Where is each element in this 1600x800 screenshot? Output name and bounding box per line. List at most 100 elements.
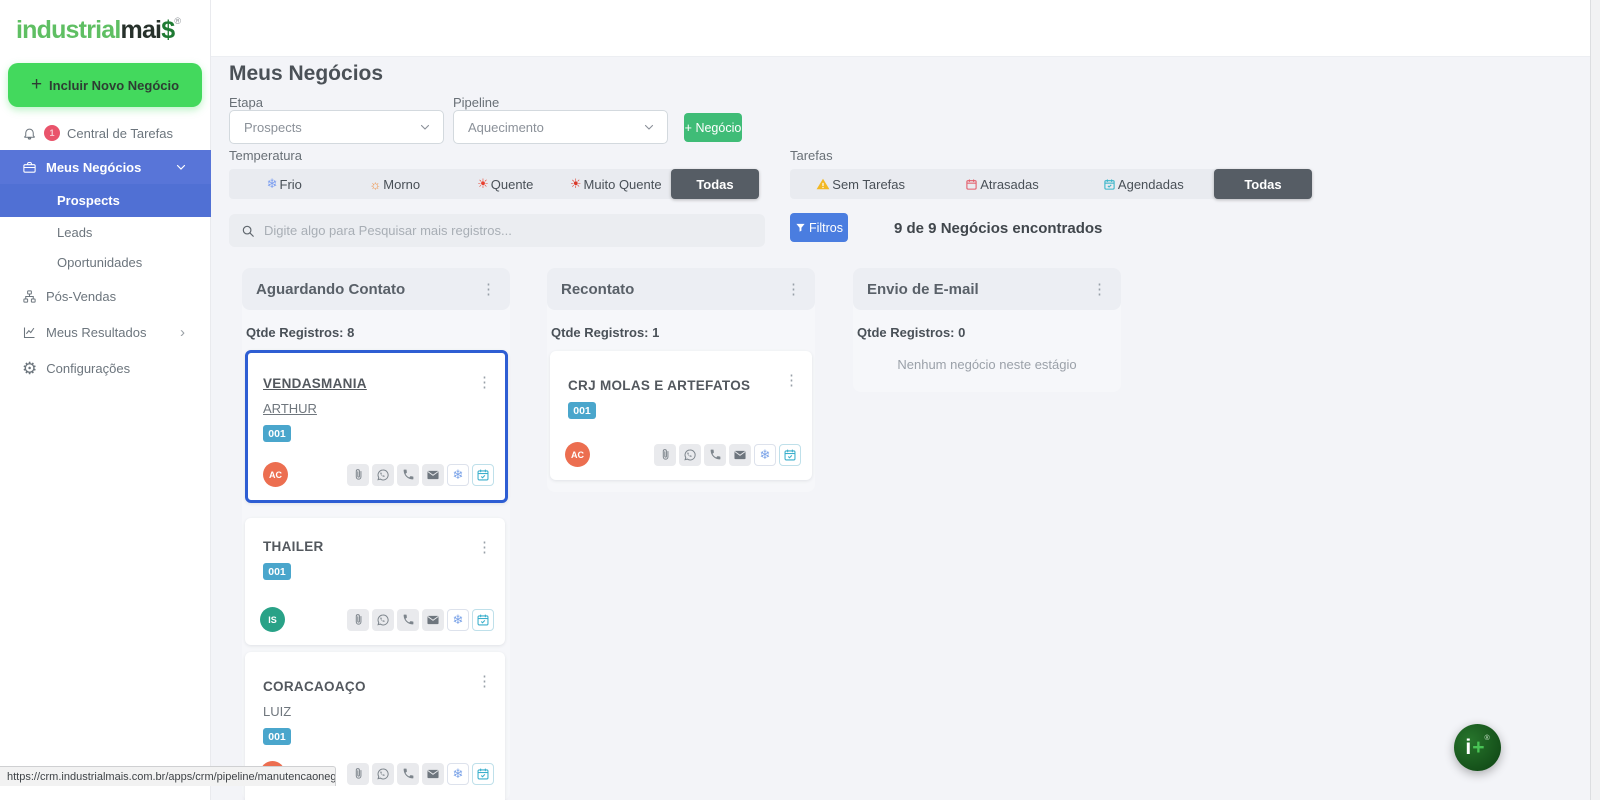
whatsapp-button[interactable] bbox=[372, 463, 394, 486]
sidebar-item-label: Prospects bbox=[57, 193, 120, 208]
sidebar-item-central-de-tarefas[interactable]: 1 Central de Tarefas bbox=[0, 118, 211, 148]
sidebar-item-configuracoes[interactable]: ⚙ Configurações bbox=[0, 353, 211, 383]
call-button[interactable] bbox=[397, 762, 419, 785]
top-header bbox=[211, 0, 1590, 57]
new-deal-button[interactable]: + Incluir Novo Negócio bbox=[8, 63, 202, 107]
sidebar-item-prospects[interactable]: Prospects bbox=[0, 184, 211, 217]
attachment-button[interactable] bbox=[654, 443, 676, 466]
attachment-button[interactable] bbox=[347, 762, 369, 785]
card-footer: AC ❄ bbox=[263, 462, 494, 487]
card-company-link[interactable]: CRJ MOLAS E ARTEFATOS bbox=[568, 378, 750, 393]
search-input[interactable] bbox=[264, 223, 753, 238]
attachment-button[interactable] bbox=[347, 463, 369, 486]
sun-icon: ☀ bbox=[477, 176, 489, 191]
email-button[interactable] bbox=[422, 608, 444, 631]
sidebar: industrialmai$® + Incluir Novo Negócio 1… bbox=[0, 0, 211, 800]
schedule-task-button[interactable] bbox=[472, 608, 494, 631]
schedule-task-button[interactable] bbox=[472, 463, 494, 486]
sidebar-item-label: Leads bbox=[57, 224, 93, 240]
card-contact-link[interactable]: ARTHUR bbox=[263, 401, 317, 416]
page-scrollbar[interactable] bbox=[1590, 0, 1600, 800]
card-company-link[interactable]: THAILER bbox=[263, 539, 324, 554]
temp-muito-quente-option[interactable]: ☀ Muito Quente bbox=[561, 176, 672, 192]
schedule-task-button[interactable] bbox=[472, 762, 494, 785]
email-button[interactable] bbox=[422, 463, 444, 486]
card-code-badge: 001 bbox=[263, 563, 291, 580]
etapa-label: Etapa bbox=[229, 95, 263, 110]
temperature-frio-indicator[interactable]: ❄ bbox=[447, 608, 469, 631]
sidebar-item-meus-negocios[interactable]: Meus Negócios bbox=[0, 150, 211, 184]
chevron-down-icon bbox=[419, 121, 431, 133]
sidebar-item-label: Central de Tarefas bbox=[67, 125, 173, 141]
call-button[interactable] bbox=[704, 443, 726, 466]
tarefas-label: Tarefas bbox=[790, 148, 833, 163]
owner-avatar: AC bbox=[565, 442, 590, 467]
tarefas-todas-option-selected[interactable]: Todas bbox=[1213, 169, 1312, 199]
schedule-task-button[interactable] bbox=[779, 443, 801, 466]
search-box bbox=[229, 214, 765, 247]
card-contact-link[interactable]: LUIZ bbox=[263, 704, 291, 719]
industrialmais-fab-button[interactable]: i + ® bbox=[1454, 724, 1501, 771]
chevron-right-icon: › bbox=[180, 323, 185, 341]
column-menu-icon[interactable]: ⋮ bbox=[1092, 282, 1107, 297]
pipeline-select[interactable]: Aquecimento bbox=[453, 110, 668, 144]
sidebar-item-pos-vendas[interactable]: Pós-Vendas bbox=[0, 281, 211, 311]
plus-icon: + bbox=[30, 73, 43, 95]
results-count: 9 de 9 Negócios encontrados bbox=[894, 220, 1103, 237]
temperature-frio-indicator[interactable]: ❄ bbox=[447, 762, 469, 785]
tarefas-atrasadas-option[interactable]: Atrasadas bbox=[931, 177, 1072, 192]
tarefas-sem-option[interactable]: Sem Tarefas bbox=[790, 177, 931, 192]
owner-avatar: AC bbox=[263, 462, 288, 487]
whatsapp-button[interactable] bbox=[372, 608, 394, 631]
column-count: Qtde Registros: 0 bbox=[857, 325, 966, 340]
column-count: Qtde Registros: 1 bbox=[551, 325, 660, 340]
temp-frio-option[interactable]: ❄ Frio bbox=[229, 176, 340, 192]
whatsapp-button[interactable] bbox=[679, 443, 701, 466]
add-negocio-button[interactable]: + Negócio bbox=[684, 113, 742, 142]
deal-card-crj-molas[interactable]: CRJ MOLAS E ARTEFATOS ⋮ 001 AC ❄ bbox=[550, 351, 812, 480]
filtros-button[interactable]: Filtros bbox=[790, 213, 848, 242]
email-button[interactable] bbox=[422, 762, 444, 785]
attachment-button[interactable] bbox=[347, 608, 369, 631]
column-menu-icon[interactable]: ⋮ bbox=[786, 282, 801, 297]
temp-quente-option[interactable]: ☀ Quente bbox=[450, 176, 561, 192]
deal-card-thailer[interactable]: THAILER ⋮ 001 IS ❄ bbox=[245, 518, 505, 645]
browser-status-url: https://crm.industrialmais.com.br/apps/c… bbox=[0, 766, 336, 786]
calendar-teal-icon bbox=[1103, 178, 1116, 191]
column-menu-icon[interactable]: ⋮ bbox=[481, 282, 496, 297]
tarefas-segmented-control: Sem Tarefas Atrasadas Agendadas Todas bbox=[790, 169, 1312, 199]
card-menu-icon[interactable]: ⋮ bbox=[477, 375, 492, 390]
card-code-badge: 001 bbox=[568, 402, 596, 419]
temperature-frio-indicator[interactable]: ❄ bbox=[447, 463, 469, 486]
temp-morno-option[interactable]: ☼ Morno bbox=[340, 177, 451, 192]
whatsapp-button[interactable] bbox=[372, 762, 394, 785]
sun-outline-icon: ☼ bbox=[369, 176, 382, 192]
sidebar-item-leads[interactable]: Leads bbox=[0, 217, 211, 247]
empty-column-message: Nenhum negócio neste estágio bbox=[897, 357, 1077, 372]
sitemap-icon bbox=[22, 289, 37, 304]
card-menu-icon[interactable]: ⋮ bbox=[477, 674, 492, 689]
crm-app: industrialmai$® + Incluir Novo Negócio 1… bbox=[0, 0, 1600, 800]
call-button[interactable] bbox=[397, 463, 419, 486]
gear-icon: ⚙ bbox=[22, 358, 38, 378]
email-button[interactable] bbox=[729, 443, 751, 466]
etapa-select[interactable]: Prospects bbox=[229, 110, 444, 144]
card-menu-icon[interactable]: ⋮ bbox=[784, 373, 799, 388]
call-button[interactable] bbox=[397, 608, 419, 631]
card-action-row: ❄ bbox=[347, 608, 494, 631]
card-action-row: ❄ bbox=[347, 762, 494, 785]
calendar-red-icon bbox=[965, 178, 978, 191]
sidebar-item-meus-resultados[interactable]: Meus Resultados › bbox=[0, 317, 211, 347]
temp-todas-option-selected[interactable]: Todas bbox=[671, 169, 759, 199]
chevron-down-icon bbox=[643, 121, 655, 133]
pipeline-label: Pipeline bbox=[453, 95, 500, 110]
card-company-link[interactable]: VENDASMANIA bbox=[263, 376, 367, 391]
temperature-frio-indicator[interactable]: ❄ bbox=[754, 443, 776, 466]
card-company-link[interactable]: CORACAOAÇO bbox=[263, 679, 366, 694]
sidebar-item-oportunidades[interactable]: Oportunidades bbox=[0, 247, 211, 277]
page-title: Meus Negócios bbox=[229, 62, 384, 85]
card-action-row: ❄ bbox=[347, 463, 494, 486]
tarefas-agendadas-option[interactable]: Agendadas bbox=[1073, 177, 1214, 192]
deal-card-vendasmania-selected[interactable]: VENDASMANIA ⋮ ARTHUR 001 AC ❄ bbox=[245, 350, 508, 503]
card-menu-icon[interactable]: ⋮ bbox=[477, 540, 492, 555]
